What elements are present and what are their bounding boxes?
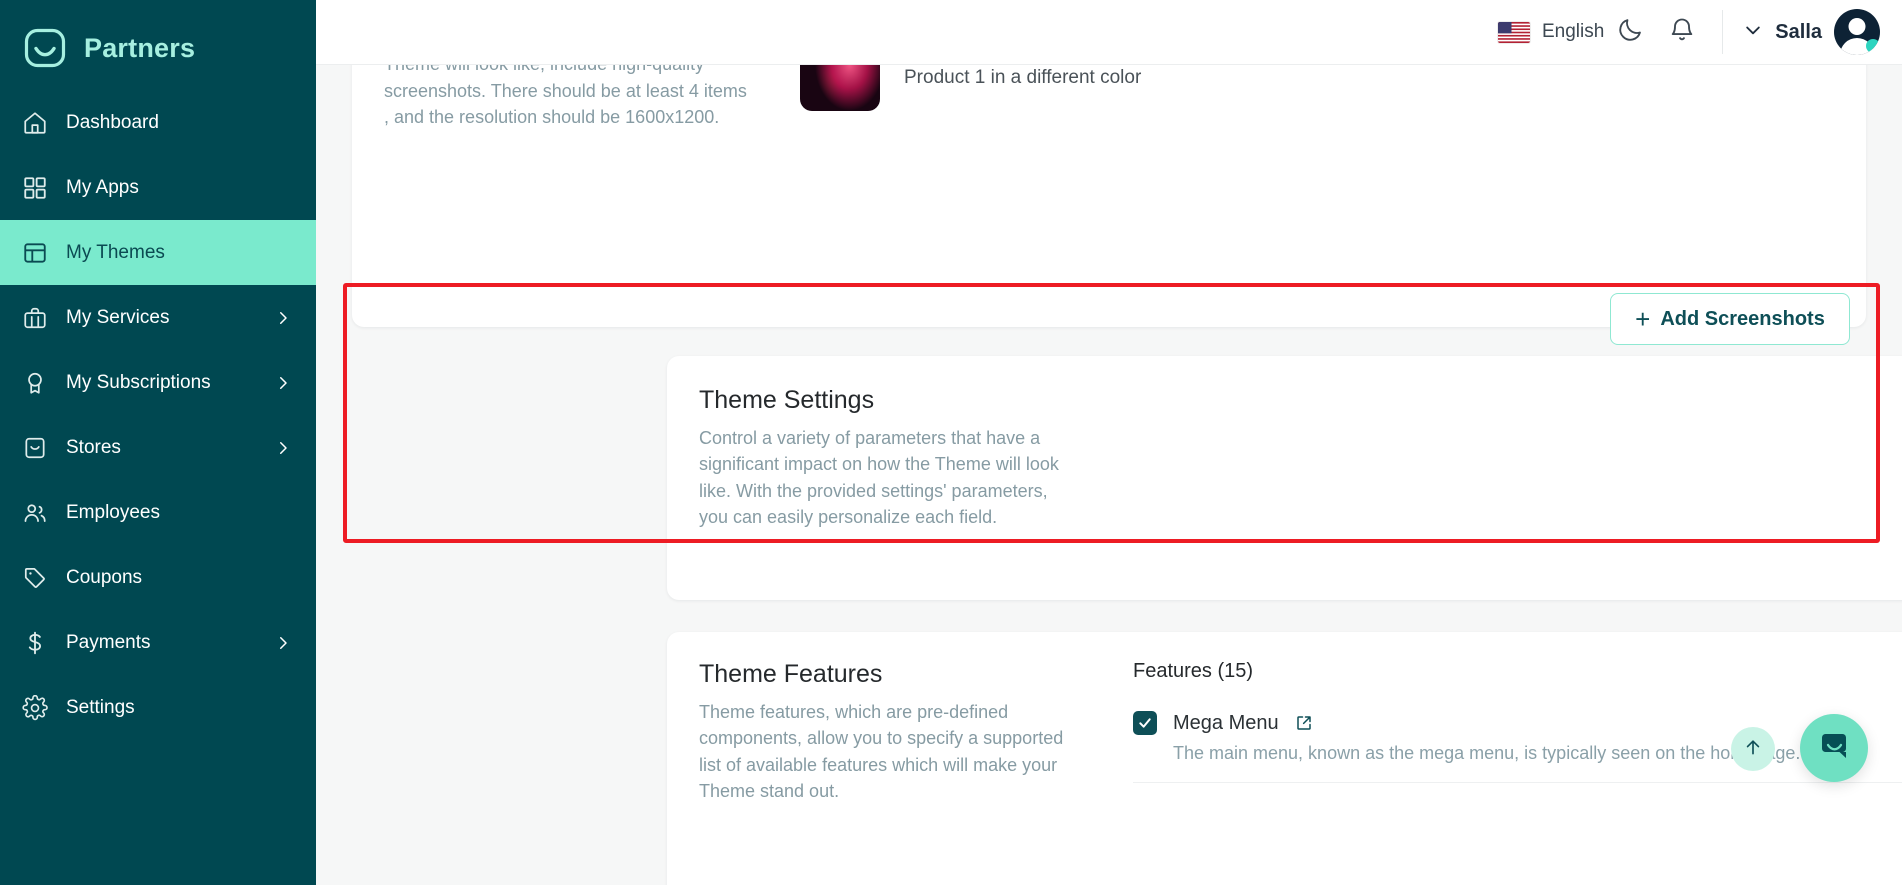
salla-smile-logo-icon <box>22 25 68 71</box>
home-icon <box>22 110 56 136</box>
sidebar-item-label: Settings <box>66 696 135 718</box>
layout-icon <box>22 240 56 266</box>
sidebar-item-label: Coupons <box>66 566 143 588</box>
scroll-to-top-button[interactable] <box>1731 727 1775 771</box>
sidebar-item-label: My Services <box>66 306 170 328</box>
sidebar-item-label: Employees <box>66 501 160 523</box>
list-item: product 1 Product 1 in a different color <box>800 65 1834 111</box>
user-menu[interactable]: Salla <box>1743 9 1880 55</box>
dollar-icon <box>22 630 56 656</box>
screenshots-card: To help merchants get a sense of what yo… <box>352 65 1866 327</box>
sidebar-item-label: Stores <box>66 436 121 458</box>
moon-icon <box>1616 16 1644 49</box>
chevron-right-icon <box>274 439 292 457</box>
theme-settings-card: Theme Settings Control a variety of para… <box>667 356 1902 600</box>
sidebar: Partners Dashboard My Apps My Themes My … <box>0 0 316 885</box>
sidebar-item-settings[interactable]: Settings <box>0 675 316 740</box>
brand-name: Partners <box>84 32 196 63</box>
notifications-button[interactable] <box>1656 6 1708 58</box>
feature-name: Mega Menu <box>1173 711 1279 734</box>
header-divider <box>1722 10 1724 54</box>
theme-settings-title: Theme Settings <box>699 386 875 414</box>
shopping-bag-icon <box>22 435 56 461</box>
bell-icon <box>1668 16 1696 49</box>
arrow-up-icon <box>1743 737 1763 762</box>
users-icon <box>22 500 56 526</box>
chevron-right-icon <box>274 309 292 327</box>
app-root: Partners Dashboard My Apps My Themes My … <box>0 0 1902 885</box>
screenshots-description: To help merchants get a sense of what yo… <box>384 65 747 128</box>
product-subtitle: Product 1 in a different color <box>904 67 1142 89</box>
sidebar-item-coupons[interactable]: Coupons <box>0 545 316 610</box>
sidebar-item-stores[interactable]: Stores <box>0 415 316 480</box>
gear-icon <box>22 694 56 721</box>
briefcase-icon <box>22 305 56 331</box>
theme-features-title: Theme Features <box>699 660 883 688</box>
us-flag-icon <box>1497 21 1530 43</box>
sidebar-item-payments[interactable]: Payments <box>0 610 316 675</box>
language-switcher[interactable]: English <box>1497 21 1605 43</box>
award-badge-icon <box>22 370 56 396</box>
chat-launcher-button[interactable] <box>1800 714 1868 782</box>
sidebar-item-label: My Themes <box>66 241 165 263</box>
external-link-icon[interactable] <box>1295 714 1313 732</box>
sidebar-item-label: Dashboard <box>66 111 159 133</box>
product-thumbnail <box>800 65 880 111</box>
add-screenshots-button[interactable]: + Add Screenshots <box>1610 293 1850 345</box>
chevron-down-icon <box>1743 20 1763 45</box>
brand-logo[interactable]: Partners <box>0 0 316 78</box>
chevron-right-icon <box>274 374 292 392</box>
sidebar-item-label: My Apps <box>66 176 139 198</box>
sidebar-item-dashboard[interactable]: Dashboard <box>0 90 316 155</box>
sidebar-item-label: Payments <box>66 631 151 653</box>
add-screenshots-label: Add Screenshots <box>1660 307 1825 330</box>
theme-settings-description: Control a variety of parameters that hav… <box>699 428 1059 528</box>
sidebar-item-my-apps[interactable]: My Apps <box>0 155 316 220</box>
grid-icon <box>22 175 56 201</box>
plus-icon: + <box>1635 304 1651 334</box>
sidebar-item-employees[interactable]: Employees <box>0 480 316 545</box>
chat-bubble-smile-icon <box>1816 728 1852 769</box>
list-item: Mega Menu The main menu, known as the me… <box>1133 711 1902 783</box>
chevron-right-icon <box>274 634 292 652</box>
features-count-heading: Features (15) <box>1133 660 1254 682</box>
sidebar-item-label: My Subscriptions <box>66 371 211 393</box>
top-header: English Salla <box>316 0 1902 65</box>
theme-features-card: Theme Features Theme features, which are… <box>667 632 1902 885</box>
sidebar-nav: Dashboard My Apps My Themes My Services … <box>0 90 316 740</box>
sidebar-item-my-services[interactable]: My Services <box>0 285 316 350</box>
dark-mode-toggle[interactable] <box>1604 6 1656 58</box>
feature-description: The main menu, known as the mega menu, i… <box>1173 743 1801 763</box>
sidebar-item-my-themes[interactable]: My Themes <box>0 220 316 285</box>
language-label: English <box>1541 21 1605 42</box>
screenshots-list: product 1 Product 1 in a different color <box>784 65 1834 131</box>
user-name: Salla <box>1775 20 1822 43</box>
main-content: To help merchants get a sense of what yo… <box>316 65 1902 885</box>
theme-features-description: Theme features, which are pre-defined co… <box>699 702 1064 802</box>
avatar <box>1834 9 1880 55</box>
tag-icon <box>22 565 56 591</box>
screenshots-info: To help merchants get a sense of what yo… <box>384 65 784 131</box>
sidebar-item-my-subscriptions[interactable]: My Subscriptions <box>0 350 316 415</box>
feature-checkbox[interactable] <box>1133 711 1157 735</box>
